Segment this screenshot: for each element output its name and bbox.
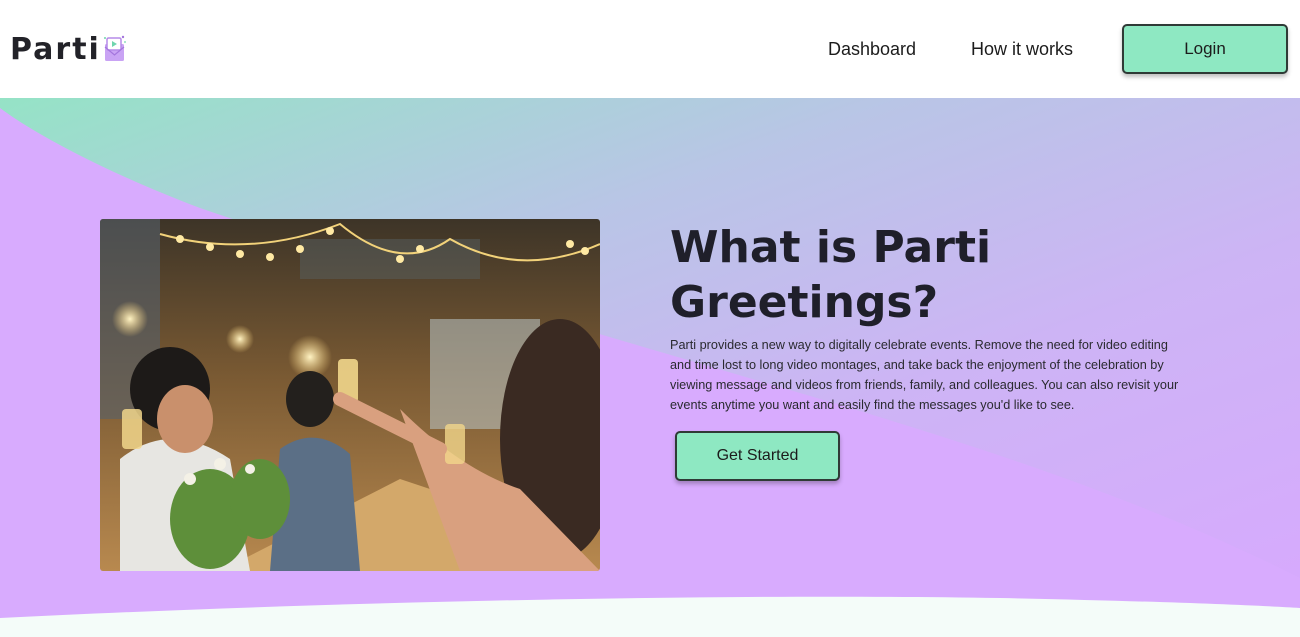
login-button[interactable]: Login xyxy=(1122,24,1288,74)
logo-text: Parti xyxy=(10,32,101,67)
hero-title: What is Parti Greetings? xyxy=(670,222,992,328)
video-envelope-icon xyxy=(103,35,126,61)
site-header: Parti Dashboard How it works Login xyxy=(0,0,1300,98)
nav-dashboard-link[interactable]: Dashboard xyxy=(828,36,916,62)
celebration-photo xyxy=(100,219,600,571)
landing-page: Parti Dashboard How it works Login What … xyxy=(0,0,1300,637)
get-started-button[interactable]: Get Started xyxy=(675,431,840,481)
hero-description: Parti provides a new way to digitally ce… xyxy=(670,338,1179,412)
nav-how-it-works-link[interactable]: How it works xyxy=(971,36,1073,62)
parti-logo[interactable]: Parti xyxy=(10,30,128,70)
hero-section: What is Parti Greetings? Parti provides … xyxy=(0,98,1300,637)
